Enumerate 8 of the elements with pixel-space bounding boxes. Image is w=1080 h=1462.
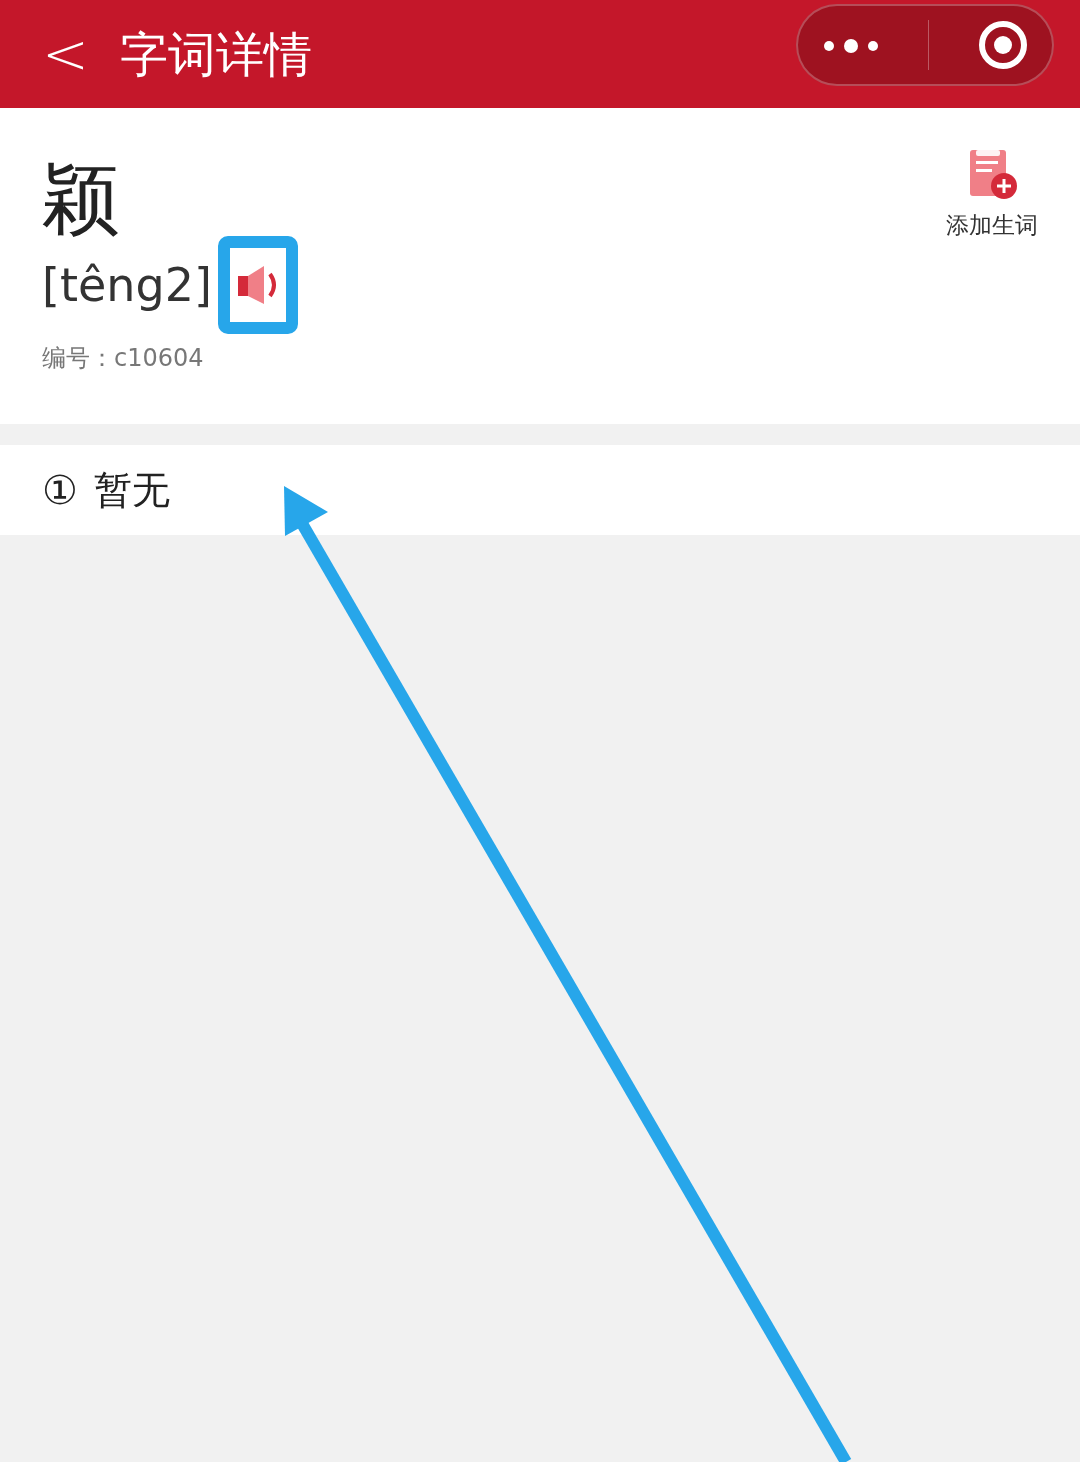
back-button[interactable]: < [42, 26, 82, 82]
serial-number: 编号：c10604 [42, 343, 204, 374]
item-number: ① [42, 466, 78, 515]
page-title: 字词详情 [120, 25, 312, 84]
headword: 颖 [42, 160, 120, 238]
definition-text: 暂无 [93, 466, 170, 514]
close-button[interactable] [977, 20, 1028, 70]
add-word-button[interactable]: 添加生词 [946, 148, 1038, 243]
